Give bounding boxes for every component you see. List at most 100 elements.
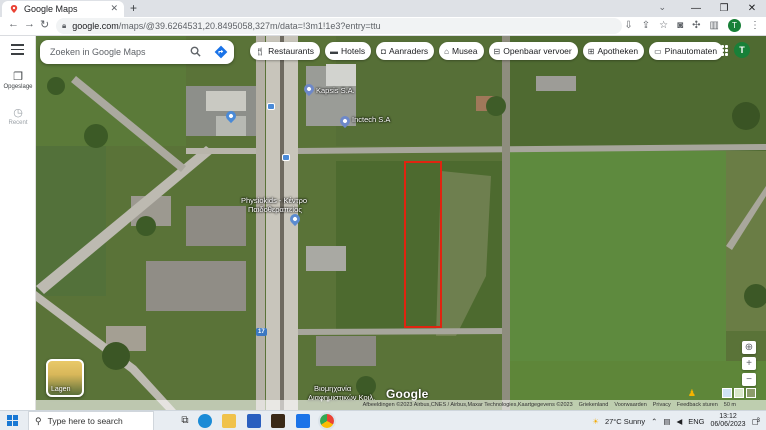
map-label-bottom[interactable]: Βιομηχανία	[314, 385, 351, 393]
close-tab-icon[interactable]: ✕	[110, 3, 118, 14]
transit-stop-icon[interactable]	[282, 154, 290, 161]
browser-toolbar: ← → ↻ 🔒︎ google.com/maps/@39.6264531,20.…	[0, 17, 766, 36]
reload-icon[interactable]: ↻	[40, 18, 49, 31]
chip-label: Restaurants	[268, 46, 314, 56]
minimize-icon[interactable]: —	[682, 0, 710, 17]
imagery-thumbnails	[722, 388, 756, 398]
chip-openbaar-vervoer[interactable]: ⊟ Openbaar vervoer	[488, 42, 578, 60]
camera-icon: ◘	[381, 46, 386, 56]
tray-overflow-icon[interactable]: ⌃	[651, 417, 657, 426]
chrome-icon[interactable]	[318, 412, 336, 430]
task-view-icon[interactable]: ⧉	[178, 414, 192, 428]
new-tab-button[interactable]: +	[130, 1, 137, 15]
chip-musea[interactable]: ⌂ Musea	[439, 42, 484, 60]
taskbar-search-icon: ⚲	[35, 415, 42, 426]
edge-icon[interactable]	[198, 414, 212, 428]
pharmacy-icon: ⊞	[587, 46, 595, 56]
mail-icon[interactable]	[296, 414, 310, 428]
feedback-link[interactable]: Feedback sturen	[677, 402, 718, 408]
file-explorer-icon[interactable]	[222, 414, 236, 428]
recent-button[interactable]: ◷ Recent	[0, 106, 36, 126]
window-controls: — ❐ ✕	[682, 0, 766, 17]
map-label-kapsis[interactable]: Kapsis S.A.	[316, 87, 355, 95]
privacy-link[interactable]: Privacy	[653, 402, 671, 408]
weather-text[interactable]: 27°C Sunny	[605, 417, 645, 426]
plot-highlight-rectangle	[404, 161, 442, 328]
notification-count: 3	[756, 418, 760, 424]
map-label-physiokids-2[interactable]: Παιδοθεραπείας	[248, 206, 302, 214]
language-indicator[interactable]: ENG	[688, 417, 704, 426]
saved-button[interactable]: ❐ Opgeslage	[0, 70, 36, 90]
toolbar-actions: ⇩ ⇪ ☆ ◙ ✣ ▥ T ⋮	[624, 19, 760, 32]
install-app-icon[interactable]: ⇩	[624, 20, 632, 31]
hamburger-menu-icon[interactable]	[11, 44, 24, 58]
volume-icon[interactable]: ◀	[676, 417, 682, 426]
terrain-thumb-icon[interactable]	[734, 388, 744, 398]
chip-hotels[interactable]: ▬ Hotels	[325, 42, 372, 60]
search-icon[interactable]	[190, 46, 201, 57]
map-thumb-icon[interactable]	[722, 388, 732, 398]
close-window-icon[interactable]: ✕	[738, 0, 766, 17]
clock-time: 13:12	[719, 413, 737, 420]
zoom-in-icon[interactable]: +	[742, 357, 756, 370]
chrome-window: Google Maps ✕ + ⌄ — ❐ ✕ ← → ↻ 🔒︎ google.…	[0, 0, 766, 430]
chip-apotheken[interactable]: ⊞ Apotheken	[582, 42, 645, 60]
taskbar-search[interactable]: ⚲ Type here to search	[28, 411, 154, 430]
store-icon[interactable]	[247, 414, 261, 428]
lock-icon: 🔒︎	[62, 21, 67, 30]
pegman-icon[interactable]: ♟	[688, 388, 696, 399]
windows-start-icon[interactable]	[7, 415, 18, 426]
satellite-map[interactable]: 🍴︎Restaurants ▬Hotels ◘Aanraders ⌂Musea …	[36, 36, 766, 410]
globe-thumb-icon[interactable]	[746, 388, 756, 398]
app-icon[interactable]	[271, 414, 285, 428]
clock-date: 06/06/2023	[710, 421, 746, 428]
clock[interactable]: 13:12 06/06/2023	[711, 413, 746, 429]
extensions-puzzle-icon[interactable]: ✣	[692, 20, 700, 31]
search-input[interactable]	[50, 47, 180, 57]
transit-stop-icon[interactable]	[267, 103, 275, 110]
address-bar[interactable]: 🔒︎ google.com/maps/@39.6264531,20.849505…	[56, 18, 622, 34]
chrome-menu-icon[interactable]: ⋮	[750, 20, 760, 31]
attribution-bar: Afbeeldingen ©2023 Airbus,CNES / Airbus,…	[36, 400, 766, 410]
tab-google-maps[interactable]: Google Maps ✕	[2, 1, 124, 17]
directions-icon[interactable]	[214, 45, 228, 59]
forward-arrow-icon[interactable]: →	[24, 18, 35, 30]
satellite-imagery	[36, 36, 766, 410]
maximize-icon[interactable]: ❐	[710, 0, 738, 17]
back-arrow-icon[interactable]: ←	[8, 18, 19, 30]
maps-side-rail: ❐ Opgeslage ◷ Recent	[0, 36, 36, 410]
network-icon[interactable]: ▤	[663, 417, 670, 426]
chip-pinautomaten[interactable]: ▭ Pinautomaten	[649, 42, 724, 60]
side-panel-icon[interactable]: ▥	[710, 20, 719, 31]
map-label-physiokids[interactable]: Physiokids - Κέντρο	[241, 197, 307, 205]
weather-icon: ☀	[592, 416, 599, 426]
bookmark-icon: ❐	[13, 71, 23, 83]
saved-label: Opgeslage	[3, 84, 33, 90]
layers-button[interactable]: Lagen	[46, 359, 84, 397]
chip-label: Aanraders	[388, 46, 429, 56]
map-label-inctech[interactable]: Inctech S.A	[352, 116, 390, 124]
tab-title: Google Maps	[24, 4, 78, 14]
google-logo: Google	[386, 387, 429, 401]
bookmark-star-icon[interactable]: ☆	[659, 20, 668, 31]
terms-link[interactable]: Voorwaarden	[614, 402, 646, 408]
chip-aanraders[interactable]: ◘ Aanraders	[376, 42, 435, 60]
map-controls: ⊕ + −	[742, 341, 756, 389]
google-apps-icon[interactable]	[717, 45, 728, 56]
route-badge: 17	[256, 328, 267, 336]
share-icon[interactable]: ⇪	[642, 20, 650, 31]
chip-label: Musea	[452, 46, 478, 56]
scale-label[interactable]: 50 m	[724, 402, 736, 408]
country-label[interactable]: Griekenland	[579, 402, 609, 408]
camera-extension-icon[interactable]: ◙	[677, 20, 683, 31]
account-avatar[interactable]: T	[734, 42, 750, 58]
my-location-icon[interactable]: ⊕	[742, 341, 756, 354]
zoom-out-icon[interactable]: −	[742, 373, 756, 386]
profile-avatar[interactable]: T	[728, 19, 741, 32]
tab-search-icon[interactable]: ⌄	[658, 2, 666, 13]
chip-label: Openbaar vervoer	[503, 46, 572, 56]
recent-label: Recent	[8, 120, 28, 126]
maps-favicon-icon	[10, 5, 18, 13]
chip-restaurants[interactable]: 🍴︎ Restaurants	[250, 42, 320, 60]
history-icon: ◷	[13, 107, 23, 119]
